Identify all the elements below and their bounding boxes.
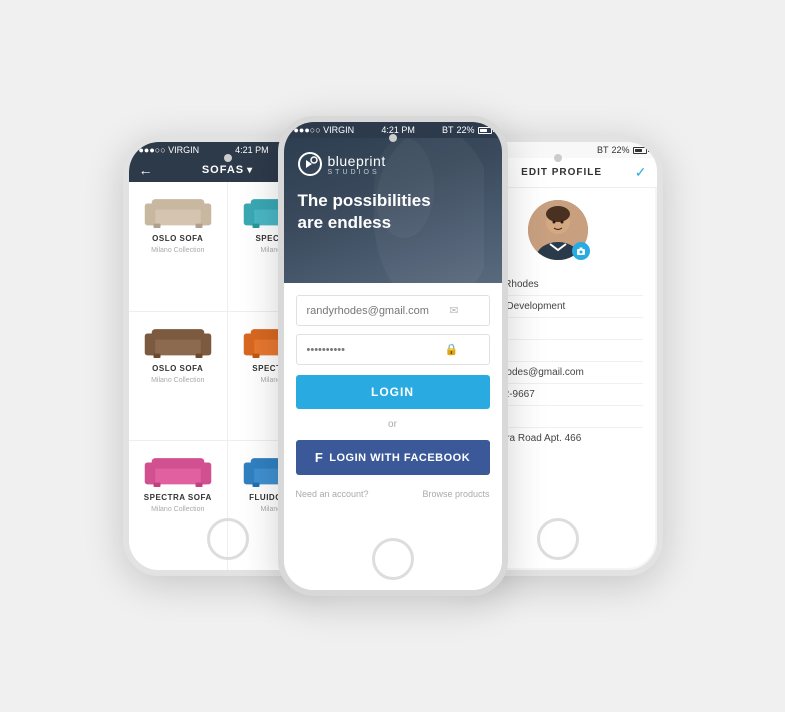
item-name-1: OSLO SOFA: [152, 234, 203, 243]
facebook-icon: f: [315, 450, 323, 465]
back-arrow-icon[interactable]: ←: [139, 162, 153, 178]
left-time: 4:21 PM: [235, 145, 269, 155]
lock-icon: 🔒: [445, 343, 459, 356]
right-icons: BT 22%: [597, 145, 647, 155]
catalog-item-1[interactable]: OSLO SOFA Milano Collection: [129, 182, 228, 311]
catalog-item-3[interactable]: OSLO SOFA Milano Collection: [129, 312, 228, 441]
login-screen: blueprint STUDIOS The possibilities are …: [284, 138, 502, 590]
or-divider: or: [296, 419, 490, 430]
phone-center: ●●●○○ VIRGIN 4:21 PM BT 22% blueprint: [278, 116, 508, 596]
catalog-item-5[interactable]: SPECTRA SOFA Milano Collection: [129, 441, 228, 570]
left-carrier: ●●●○○ VIRGIN: [139, 145, 200, 155]
password-value: ••••••••••: [307, 344, 346, 356]
phones-container: ●●●○○ VIRGIN 4:21 PM ← SOFAS ▾: [113, 26, 673, 686]
item-name-5: SPECTRA SOFA: [144, 493, 212, 502]
email-icon: ✉: [449, 304, 458, 317]
login-footer: Need an account? Browse products: [296, 489, 490, 499]
catalog-title: SOFAS ▾: [202, 164, 253, 176]
need-account-link[interactable]: Need an account?: [296, 489, 369, 499]
login-hero: blueprint STUDIOS The possibilities are …: [284, 138, 502, 283]
facebook-login-button[interactable]: f LOGIN WITH FACEBOOK: [296, 440, 490, 475]
hero-tagline: The possibilities are endless: [298, 190, 488, 234]
login-button[interactable]: LOGIN: [296, 375, 490, 409]
brand-text: blueprint STUDIOS: [328, 153, 386, 176]
browse-products-link[interactable]: Browse products: [422, 489, 489, 499]
email-value: randyrhodes@gmail.com: [307, 305, 429, 317]
center-status-bar: ●●●○○ VIRGIN 4:21 PM BT 22%: [284, 122, 502, 138]
center-time: 4:21 PM: [381, 125, 415, 135]
email-field[interactable]: randyrhodes@gmail.com ✉: [296, 295, 490, 326]
center-battery-text: BT 22%: [442, 125, 492, 135]
sofa-image-5: [143, 449, 213, 489]
password-field[interactable]: •••••••••• 🔒: [296, 334, 490, 365]
item-collection-3: Milano Collection: [151, 377, 204, 384]
right-battery-icon: [633, 147, 647, 154]
sofa-image-1: [143, 190, 213, 230]
brand-logo-icon: [298, 152, 322, 176]
login-form: randyrhodes@gmail.com ✉ •••••••••• 🔒 LOG…: [284, 283, 502, 590]
facebook-button-label: LOGIN WITH FACEBOOK: [329, 452, 470, 464]
camera-badge[interactable]: [572, 242, 590, 260]
sofa-image-3: [143, 320, 213, 360]
camera-icon: [576, 246, 586, 256]
check-icon[interactable]: ✓: [635, 164, 647, 181]
item-collection-5: Milano Collection: [151, 506, 204, 513]
item-name-3: OSLO SOFA: [152, 364, 203, 373]
profile-title: EDIT PROFILE: [521, 167, 602, 178]
brand-logo: blueprint STUDIOS: [298, 152, 488, 176]
item-collection-1: Milano Collection: [151, 247, 204, 254]
center-battery-icon: [478, 127, 492, 134]
center-carrier: ●●●○○ VIRGIN: [294, 125, 355, 135]
